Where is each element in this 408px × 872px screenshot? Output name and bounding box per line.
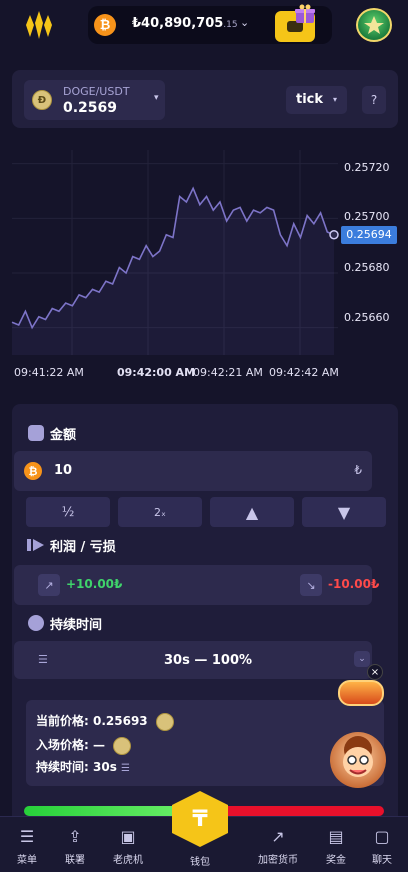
chevron-down-icon[interactable]: ⌄: [354, 651, 370, 667]
bonus-icon: ▤: [328, 827, 344, 846]
y-tick-label: 0.25660: [344, 311, 390, 324]
nav-label: 联署: [65, 855, 85, 866]
lira-icon: ₺: [354, 463, 362, 477]
current-price-tag: 0.25694: [341, 225, 397, 244]
current-price-point: [329, 229, 339, 240]
clock-icon: [28, 615, 44, 631]
info-current-label: 当前价格:: [36, 714, 89, 728]
play-icon: [27, 539, 44, 551]
nav-label: 钱包: [190, 857, 210, 868]
x-tick-label: 09:42:42 AM: [269, 366, 339, 379]
double-amount-button[interactable]: 2ₓ: [118, 497, 202, 527]
info-entry-price: 入场价格: —: [36, 736, 132, 755]
trend-up-icon: ↗: [38, 574, 60, 596]
price-area: [12, 188, 334, 355]
nav-label: 聊天: [372, 855, 392, 866]
nav-item-bonus[interactable]: ▤ 奖金: [314, 817, 358, 872]
info-duration-label: 持续时间:: [36, 760, 89, 774]
nav-item-chat[interactable]: ▢ 聊天: [360, 817, 404, 872]
loss-value: -10.00₺: [328, 577, 380, 591]
nav-item-slots[interactable]: ▣ 老虎机: [104, 817, 152, 872]
amount-value: 10: [54, 463, 73, 478]
mascot-avatar-icon[interactable]: [330, 732, 386, 788]
duration-label: 持续时间: [50, 618, 103, 633]
duration-list-icon: ☰: [121, 763, 130, 774]
info-duration-value: 30s: [93, 760, 117, 774]
chat-icon: ▢: [374, 827, 390, 846]
promo-close-button[interactable]: ×: [367, 664, 383, 680]
slot-machine-icon: ▣: [120, 827, 136, 846]
wallet-icon: [28, 425, 44, 441]
share-icon: ⇪: [68, 827, 82, 846]
profit-loss-label: 利润 / 亏损: [50, 540, 116, 555]
nav-item-menu[interactable]: ☰ 菜单: [4, 817, 50, 872]
chart-icon: ↗: [271, 827, 285, 846]
y-tick-label: 0.25720: [344, 161, 390, 174]
duration-list-icon: ☰: [38, 653, 48, 666]
arrow-up-icon[interactable]: ▲: [210, 497, 294, 527]
x-tick-label: 09:42:00 AM: [117, 366, 196, 379]
info-entry-label: 入场价格:: [36, 738, 89, 752]
nav-label: 老虎机: [113, 855, 143, 866]
price-chart[interactable]: [0, 0, 408, 390]
profit-value: +10.00₺: [66, 577, 123, 591]
mascot-face-icon: [343, 736, 373, 777]
y-tick-label: 0.25680: [344, 261, 390, 274]
menu-icon: ☰: [19, 827, 35, 846]
doge-coin-icon: [113, 736, 132, 755]
nav-item-crypto[interactable]: ↗ 加密货币: [252, 817, 304, 872]
y-tick-label: 0.25700: [344, 210, 390, 223]
nav-label: 加密货币: [258, 855, 298, 866]
nav-label: 奖金: [326, 855, 346, 866]
bottom-navigation: ☰ 菜单 ⇪ 联署 ▣ 老虎机 ₸ 钱包 ↗ 加密货币 ▤ 奖金 ▢ 聊天: [0, 791, 408, 872]
x-tick-label: 09:41:22 AM: [14, 366, 84, 379]
info-current-price: 当前价格: 0.25693: [36, 712, 174, 731]
sentiment-up: [24, 806, 197, 816]
nav-label: 菜单: [17, 855, 37, 866]
duration-value: 30s — 100%: [164, 653, 253, 668]
half-amount-button[interactable]: ½: [26, 497, 110, 527]
info-entry-value: —: [93, 738, 105, 752]
bitcoin-icon: ₿: [24, 462, 42, 480]
wallet-symbol: ₸: [192, 806, 208, 832]
info-duration: 持续时间: 30s ☰: [36, 758, 130, 775]
slots-promo-icon[interactable]: [338, 680, 384, 706]
x-tick-label: 09:42:21 AM: [193, 366, 263, 379]
nav-item-wallet[interactable]: 钱包: [178, 839, 222, 872]
amount-label: 金额: [50, 428, 77, 443]
trend-down-icon: ↘: [300, 574, 322, 596]
info-current-value: 0.25693: [93, 714, 148, 728]
doge-coin-icon: [155, 712, 174, 731]
amount-input[interactable]: ₿ 10 ₺: [14, 451, 372, 491]
arrow-down-icon[interactable]: ▼: [302, 497, 386, 527]
nav-item-affiliate[interactable]: ⇪ 联署: [52, 817, 98, 872]
